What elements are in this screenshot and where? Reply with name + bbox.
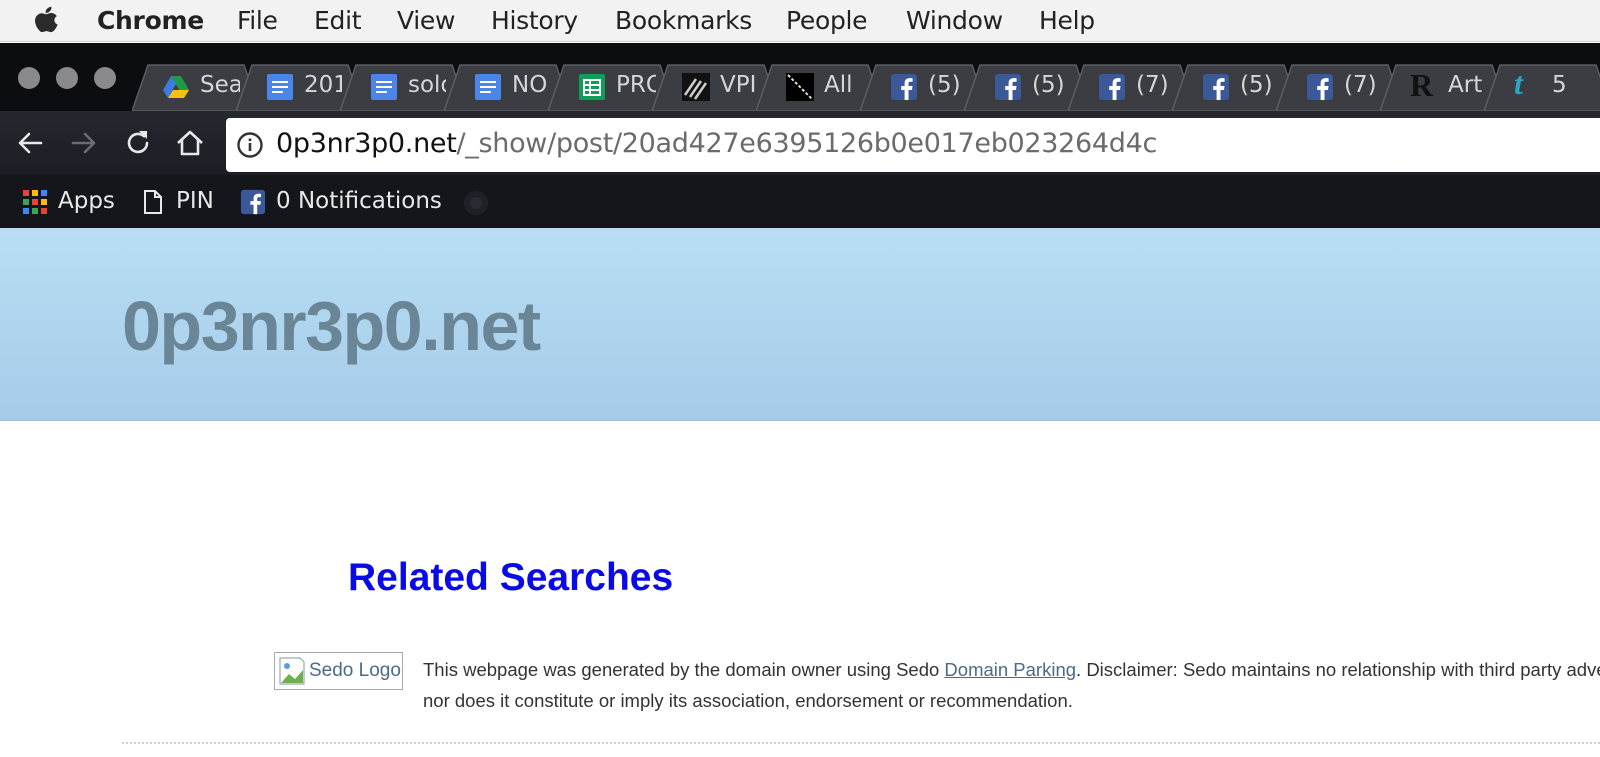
- google-docs-icon: [475, 74, 501, 100]
- facebook-icon: [891, 74, 917, 100]
- apple-logo-icon[interactable]: [32, 5, 60, 37]
- disclaimer-text: This webpage was generated by the domain…: [423, 654, 1600, 716]
- apps-grid-icon: [23, 190, 47, 214]
- bookmark-label: 0 Notifications: [276, 188, 442, 214]
- facebook-icon: [240, 189, 266, 215]
- disclaimer-pre: This webpage was generated by the domain…: [423, 659, 945, 680]
- menu-file[interactable]: File: [237, 6, 278, 35]
- disclaimer-post: . Disclaimer: Sedo maintains no relation…: [1076, 659, 1600, 680]
- forward-arrow-icon[interactable]: [68, 127, 100, 159]
- bookmark-label: PIN: [176, 188, 214, 214]
- google-docs-icon: [371, 74, 397, 100]
- menu-edit[interactable]: Edit: [314, 6, 362, 35]
- tab-label: PRO: [616, 72, 656, 98]
- domain-parking-link[interactable]: Domain Parking: [944, 659, 1076, 680]
- disclaimer-line-1: This webpage was generated by the domain…: [423, 654, 1600, 685]
- menu-window[interactable]: Window: [906, 6, 1003, 35]
- menu-app-name[interactable]: Chrome: [97, 6, 204, 35]
- address-url: 0p3nr3p0.net/_show/post/20ad427e6395126b…: [276, 128, 1157, 159]
- menu-people[interactable]: People: [786, 6, 868, 35]
- vpi-icon: [682, 73, 710, 101]
- tab-shape: [1484, 64, 1600, 111]
- disclaimer-line-2: nor does it constitute or imply its asso…: [423, 690, 1073, 711]
- url-host: 0p3nr3p0.net: [276, 128, 457, 159]
- close-window-button[interactable]: [18, 67, 40, 89]
- bookmarks-bar: Apps PIN 0 Notifications: [0, 175, 1600, 228]
- facebook-icon: [995, 74, 1021, 100]
- dotted-divider: [122, 742, 1600, 744]
- facebook-icon: [1203, 74, 1229, 100]
- bookmark-label: Apps: [58, 188, 115, 214]
- related-searches-heading: Related Searches: [348, 556, 674, 599]
- address-bar[interactable]: 0p3nr3p0.net/_show/post/20ad427e6395126b…: [226, 118, 1600, 172]
- menu-bookmarks[interactable]: Bookmarks: [615, 6, 752, 35]
- tab-strip: Sea 201 sold NO: [0, 43, 1600, 113]
- minimize-window-button[interactable]: [56, 67, 78, 89]
- zoom-window-button[interactable]: [94, 67, 116, 89]
- tab-label: Sea: [200, 72, 240, 98]
- all-icon: [786, 73, 814, 101]
- broken-image-icon: [279, 657, 305, 685]
- facebook-icon: [1307, 74, 1333, 100]
- tab-label: Artı: [1448, 72, 1484, 98]
- google-docs-icon: [267, 74, 293, 100]
- google-sheets-icon: [579, 74, 605, 100]
- sedo-logo-image[interactable]: Sedo Logo: [274, 652, 403, 690]
- menu-view[interactable]: View: [397, 6, 455, 35]
- back-arrow-icon[interactable]: [14, 127, 46, 159]
- site-header-banner: 0p3nr3p0.net: [0, 228, 1600, 421]
- macos-menu-bar: Chrome File Edit View History Bookmarks …: [0, 0, 1600, 42]
- menu-history[interactable]: History: [491, 6, 578, 35]
- browser-toolbar: 0p3nr3p0.net/_show/post/20ad427e6395126b…: [0, 111, 1600, 175]
- tab-label: sold: [408, 72, 446, 98]
- tumblr-icon: t: [1514, 65, 1523, 101]
- tab-label: NO: [512, 72, 548, 98]
- home-icon[interactable]: [174, 127, 206, 159]
- site-title[interactable]: 0p3nr3p0.net: [122, 286, 541, 366]
- tab-label: VPI: [720, 72, 756, 98]
- tab-label: 5: [1552, 72, 1567, 98]
- reload-icon[interactable]: [122, 127, 154, 159]
- facebook-icon: [1099, 74, 1125, 100]
- url-path: /_show/post/20ad427e6395126b0e017eb02326…: [456, 128, 1158, 159]
- tab-label: 201: [304, 72, 342, 98]
- r-icon: R: [1410, 67, 1434, 103]
- tab-label: All: [824, 72, 853, 98]
- extension-icon[interactable]: [462, 189, 490, 217]
- menu-help[interactable]: Help: [1039, 6, 1095, 35]
- google-drive-icon: [163, 76, 189, 98]
- info-icon[interactable]: [236, 131, 264, 159]
- tab-14[interactable]: t 5: [1484, 63, 1600, 111]
- page-icon: [144, 190, 162, 214]
- chrome-window: Sea 201 sold NO: [0, 43, 1600, 228]
- sedo-logo-alt-text: Sedo Logo: [309, 660, 401, 681]
